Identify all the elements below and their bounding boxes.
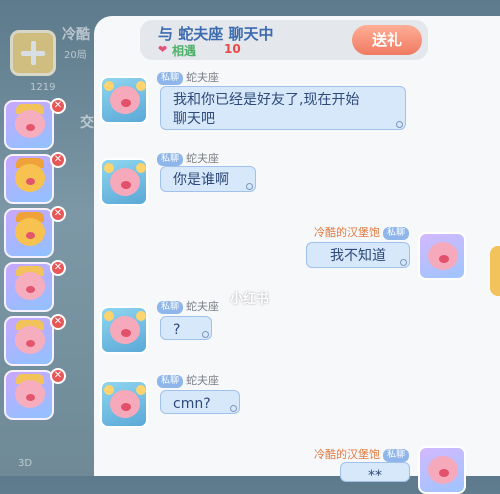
friend-avatar[interactable]: ✕: [4, 152, 66, 204]
background-count: 1219: [30, 82, 56, 93]
my-avatar[interactable]: [418, 232, 466, 280]
message-bubble: cmn?: [160, 390, 240, 414]
message-line: 你是谁啊: [173, 172, 229, 188]
contact-avatar[interactable]: [100, 380, 148, 428]
message-meta: 私聊 蛇夫座: [154, 69, 219, 85]
home-corner: 冷酷 20局 1219: [0, 0, 95, 95]
message-bubble: 我和你已经是好友了,现在开始 聊天吧: [160, 86, 406, 130]
chat-title: 与 蛇夫座 聊天中: [158, 25, 274, 43]
sender-name: 蛇夫座: [186, 152, 220, 165]
message-meta: 私聊 蛇夫座: [154, 298, 219, 314]
read-receipt-icon: [230, 405, 237, 412]
chat-header: 与 蛇夫座 聊天中 ❤ 相遇 10 送礼: [140, 20, 428, 60]
message-meta: 冷酷的汉堡饱 私聊: [314, 224, 412, 240]
read-receipt-icon: [246, 183, 253, 190]
private-tag: 私聊: [157, 301, 184, 314]
friend-avatar[interactable]: ✕: [4, 260, 66, 312]
relation-level: 10: [224, 42, 241, 56]
sender-name: 冷酷的汉堡饱: [314, 226, 380, 239]
message-line: ?: [173, 322, 181, 338]
message-line: cmn?: [173, 396, 211, 412]
add-plus-icon[interactable]: [10, 30, 56, 76]
friend-avatar[interactable]: ✕: [4, 368, 66, 420]
message-line: 聊天吧: [173, 111, 215, 127]
remove-friend-icon[interactable]: ✕: [50, 368, 66, 384]
private-tag: 私聊: [383, 227, 410, 240]
sender-name: 蛇夫座: [186, 374, 220, 387]
background-title: 冷酷: [62, 27, 90, 43]
background-bottom-left: 3D: [18, 458, 33, 469]
message-line: 我不知道: [330, 248, 386, 264]
message-line: 我和你已经是好友了,现在开始: [173, 92, 360, 108]
private-tag: 私聊: [157, 153, 184, 166]
my-avatar[interactable]: [418, 446, 466, 494]
private-tag: 私聊: [157, 72, 184, 85]
message-bubble: 我不知道: [306, 242, 410, 268]
read-receipt-icon: [202, 331, 209, 338]
friend-avatar[interactable]: ✕: [4, 206, 66, 258]
expand-tab[interactable]: [490, 246, 500, 296]
message-bubble: 你是谁啊: [160, 166, 256, 192]
message-bubble: ?: [160, 316, 212, 340]
message-meta: 冷酷的汉堡饱 私聊: [314, 446, 412, 462]
contact-avatar[interactable]: [100, 306, 148, 354]
sender-name: 蛇夫座: [186, 71, 220, 84]
remove-friend-icon[interactable]: ✕: [50, 206, 66, 222]
watermark: 小红书: [230, 292, 270, 307]
remove-friend-icon[interactable]: ✕: [50, 314, 66, 330]
background-subtitle: 20局: [64, 50, 87, 61]
private-tag: 私聊: [157, 375, 184, 388]
message-meta: 私聊 蛇夫座: [154, 372, 219, 388]
message-line: **: [368, 468, 382, 484]
remove-friend-icon[interactable]: ✕: [50, 152, 66, 168]
read-receipt-icon: [396, 121, 403, 128]
contact-avatar[interactable]: [100, 76, 148, 124]
relation-label: 相遇: [172, 44, 197, 58]
background-side-text: 交: [80, 115, 94, 131]
friend-avatar[interactable]: ✕: [4, 98, 66, 150]
private-tag: 私聊: [383, 449, 410, 462]
read-receipt-icon: [400, 259, 407, 266]
heart-icon: ❤: [158, 43, 168, 56]
message-meta: 私聊 蛇夫座: [154, 150, 219, 166]
sender-name: 冷酷的汉堡饱: [314, 448, 380, 461]
friend-avatar[interactable]: ✕: [4, 314, 66, 366]
remove-friend-icon[interactable]: ✕: [50, 260, 66, 276]
remove-friend-icon[interactable]: ✕: [50, 98, 66, 114]
message-bubble: **: [340, 462, 410, 484]
send-gift-button[interactable]: 送礼: [352, 25, 422, 55]
contact-avatar[interactable]: [100, 158, 148, 206]
sender-name: 蛇夫座: [186, 300, 220, 313]
